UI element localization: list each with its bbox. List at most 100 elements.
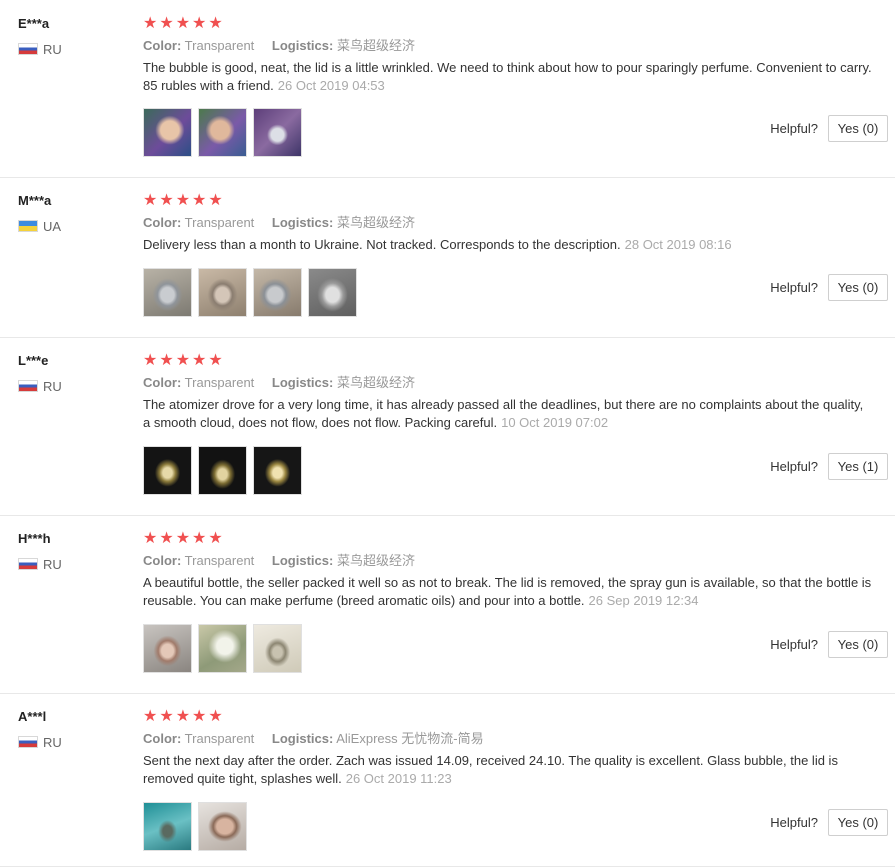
review-item: H***h RU ★★★★★ Color: Transparent Logist… — [0, 516, 895, 694]
review-item: A***l RU ★★★★★ Color: Transparent Logist… — [0, 694, 895, 867]
helpful-section: Helpful? Yes (0) — [770, 274, 888, 301]
logistics-label: Logistics: — [271, 215, 334, 230]
review-text: The atomizer drove for a very long time,… — [143, 396, 873, 432]
country-code: RU — [43, 734, 62, 750]
helpful-section: Helpful? Yes (0) — [770, 809, 888, 836]
review-text-content: The bubble is good, neat, the lid is a l… — [143, 60, 872, 93]
country-code: RU — [43, 41, 62, 57]
logistics-value: 菜鸟超级经济 — [336, 38, 415, 53]
logistics-value: AliExpress 无忧物流-简易 — [336, 731, 484, 746]
review-photo-thumbnail[interactable] — [308, 268, 357, 317]
helpful-yes-button[interactable]: Yes (0) — [828, 274, 888, 301]
color-value: Transparent — [184, 375, 255, 390]
color-label: Color: — [143, 38, 182, 53]
review-text-content: A beautiful bottle, the seller packed it… — [143, 575, 872, 608]
review-date: 10 Oct 2019 07:02 — [501, 415, 609, 430]
review-date: 28 Oct 2019 08:16 — [624, 237, 732, 252]
helpful-yes-button[interactable]: Yes (0) — [828, 115, 888, 142]
review-meta: Color: Transparent Logistics: 菜鸟超级经济 — [143, 36, 875, 56]
review-photo-thumbnail[interactable] — [198, 624, 247, 673]
color-label: Color: — [143, 215, 182, 230]
helpful-label: Helpful? — [770, 459, 818, 474]
review-text: The bubble is good, neat, the lid is a l… — [143, 59, 873, 95]
review-meta: Color: Transparent Logistics: 菜鸟超级经济 — [143, 213, 875, 233]
star-rating: ★★★★★ — [143, 352, 225, 369]
helpful-section: Helpful? Yes (1) — [770, 453, 888, 480]
reviewer-country: RU — [18, 556, 128, 572]
review-photo-thumbnail[interactable] — [143, 624, 192, 673]
country-code: UA — [43, 218, 62, 234]
review-body: ★★★★★ Color: Transparent Logistics: 菜鸟超级… — [143, 352, 875, 432]
review-photo-thumbnail[interactable] — [253, 108, 302, 157]
review-date: 26 Sep 2019 12:34 — [588, 593, 699, 608]
reviewer-country: UA — [18, 218, 128, 234]
color-label: Color: — [143, 375, 182, 390]
reviewer-country: RU — [18, 734, 128, 750]
review-text-content: Delivery less than a month to Ukraine. N… — [143, 237, 621, 252]
helpful-label: Helpful? — [770, 121, 818, 136]
review-photo-thumbnail[interactable] — [143, 802, 192, 851]
country-code: RU — [43, 556, 62, 572]
review-photo-thumbnail[interactable] — [253, 446, 302, 495]
review-date: 26 Oct 2019 11:23 — [345, 771, 452, 786]
helpful-label: Helpful? — [770, 280, 818, 295]
star-rating: ★★★★★ — [143, 708, 225, 725]
helpful-section: Helpful? Yes (0) — [770, 631, 888, 658]
reviewer-name: H***h — [18, 531, 51, 546]
reviewer-info: H***h RU — [18, 531, 128, 572]
review-photo-thumbnail[interactable] — [143, 446, 192, 495]
review-text: A beautiful bottle, the seller packed it… — [143, 574, 873, 610]
review-photo-thumbnail[interactable] — [253, 268, 302, 317]
logistics-label: Logistics: — [271, 375, 334, 390]
logistics-value: 菜鸟超级经济 — [336, 553, 415, 568]
review-meta: Color: Transparent Logistics: AliExpress… — [143, 729, 875, 749]
reviewer-info: L***e RU — [18, 353, 128, 394]
review-text: Delivery less than a month to Ukraine. N… — [143, 236, 873, 254]
review-date: 26 Oct 2019 04:53 — [277, 78, 385, 93]
review-body: ★★★★★ Color: Transparent Logistics: 菜鸟超级… — [143, 15, 875, 95]
star-rating: ★★★★★ — [143, 15, 225, 32]
review-meta: Color: Transparent Logistics: 菜鸟超级经济 — [143, 373, 875, 393]
review-photo-thumbnail[interactable] — [198, 268, 247, 317]
color-value: Transparent — [184, 731, 255, 746]
review-body: ★★★★★ Color: Transparent Logistics: 菜鸟超级… — [143, 192, 875, 254]
color-value: Transparent — [184, 38, 255, 53]
color-value: Transparent — [184, 215, 255, 230]
logistics-label: Logistics: — [271, 553, 334, 568]
ru-flag-icon — [18, 558, 38, 570]
review-photos — [143, 802, 247, 851]
review-photo-thumbnail[interactable] — [198, 802, 247, 851]
helpful-label: Helpful? — [770, 637, 818, 652]
star-rating: ★★★★★ — [143, 192, 225, 209]
review-photo-thumbnail[interactable] — [143, 268, 192, 317]
review-item: L***e RU ★★★★★ Color: Transparent Logist… — [0, 338, 895, 516]
helpful-yes-button[interactable]: Yes (0) — [828, 631, 888, 658]
reviewer-name: L***e — [18, 353, 49, 368]
reviewer-country: RU — [18, 41, 128, 57]
review-body: ★★★★★ Color: Transparent Logistics: AliE… — [143, 708, 875, 788]
logistics-label: Logistics: — [271, 731, 334, 746]
reviewer-info: E***a RU — [18, 16, 128, 57]
logistics-value: 菜鸟超级经济 — [336, 375, 415, 390]
review-photo-thumbnail[interactable] — [198, 446, 247, 495]
helpful-yes-button[interactable]: Yes (1) — [828, 453, 888, 480]
ru-flag-icon — [18, 736, 38, 748]
review-photo-thumbnail[interactable] — [143, 108, 192, 157]
review-text-content: Sent the next day after the order. Zach … — [143, 753, 838, 786]
reviewer-name: M***a — [18, 193, 52, 208]
reviewer-name: A***l — [18, 709, 47, 724]
review-body: ★★★★★ Color: Transparent Logistics: 菜鸟超级… — [143, 530, 875, 610]
ru-flag-icon — [18, 43, 38, 55]
review-text: Sent the next day after the order. Zach … — [143, 752, 873, 788]
helpful-section: Helpful? Yes (0) — [770, 115, 888, 142]
logistics-label: Logistics: — [271, 38, 334, 53]
review-photo-thumbnail[interactable] — [198, 108, 247, 157]
helpful-yes-button[interactable]: Yes (0) — [828, 809, 888, 836]
reviewer-name: E***a — [18, 16, 50, 31]
review-photos — [143, 268, 357, 317]
reviewer-country: RU — [18, 379, 128, 394]
reviewer-info: A***l RU — [18, 709, 128, 750]
reviewer-info: M***a UA — [18, 193, 128, 234]
review-photo-thumbnail[interactable] — [253, 624, 302, 673]
ua-flag-icon — [18, 220, 38, 232]
